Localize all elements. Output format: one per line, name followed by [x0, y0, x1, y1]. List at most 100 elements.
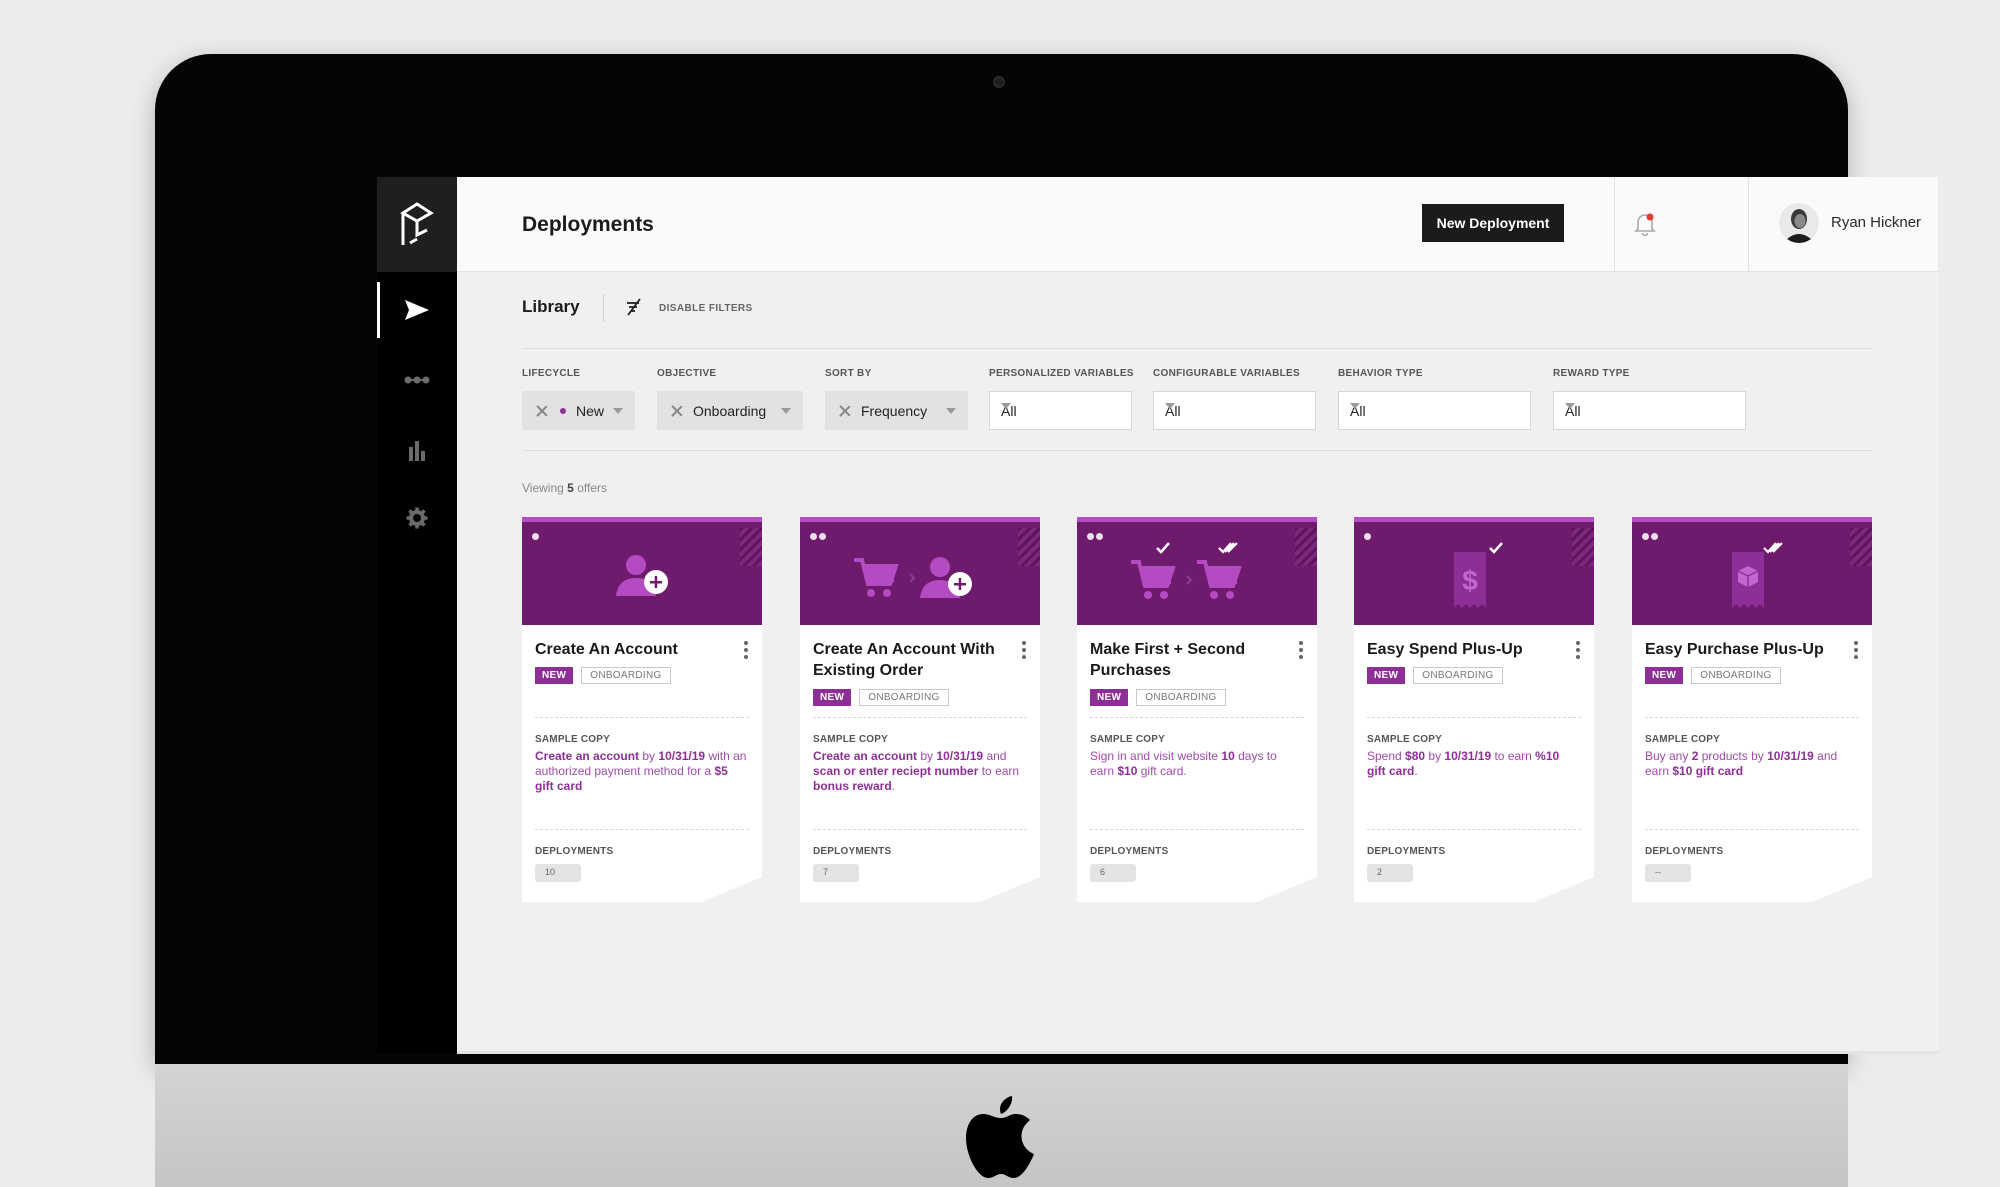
- level-dot-icon: [532, 533, 539, 540]
- sample-copy: Sign in and visit website 10 days to ear…: [1090, 749, 1277, 778]
- personalized-variables-select[interactable]: All: [989, 391, 1132, 430]
- level-dot-icon: [1364, 533, 1371, 540]
- separator: [522, 348, 1873, 349]
- filter-lifecycle: LIFECYCLE New: [522, 368, 635, 430]
- offer-card[interactable]: Create An Account With Existing Order NE…: [800, 517, 1040, 902]
- sample-copy: Create an account by 10/31/19 and scan o…: [813, 749, 1020, 793]
- card-hero: [800, 522, 1040, 625]
- more-options-icon[interactable]: [1576, 641, 1580, 659]
- bar-chart-icon: [409, 441, 425, 461]
- cart-to-add-user-icon: [854, 557, 972, 598]
- add-user-icon: [616, 555, 668, 596]
- objective-chip[interactable]: Onboarding: [657, 391, 803, 430]
- reward-type-select[interactable]: All: [1553, 391, 1746, 430]
- divider: [603, 294, 604, 322]
- bell-icon: [1634, 213, 1656, 237]
- filter-behavior-type: BEHAVIOR TYPE All: [1338, 368, 1531, 430]
- filter-label: LIFECYCLE: [522, 368, 581, 379]
- card-hero: [522, 522, 762, 625]
- category-badge: ONBOARDING: [859, 689, 949, 706]
- card-title: Easy Spend Plus-Up: [1367, 641, 1523, 658]
- behavior-type-select[interactable]: All: [1338, 391, 1531, 430]
- results-count: Viewing 5 offers: [522, 481, 607, 495]
- send-icon: [405, 300, 429, 320]
- more-options-icon[interactable]: [744, 641, 748, 659]
- chevron-down-icon: [781, 408, 791, 414]
- filter-label: BEHAVIOR TYPE: [1338, 368, 1423, 379]
- deployments-count: --: [1645, 864, 1691, 882]
- nav-journeys[interactable]: [377, 352, 457, 408]
- sample-copy: Create an account by 10/31/19 with an au…: [535, 749, 747, 793]
- remove-filter-icon[interactable]: [671, 405, 683, 417]
- card-title: Create An Account With Existing Order: [813, 641, 995, 679]
- filter-label: PERSONALIZED VARIABLES: [989, 368, 1134, 379]
- chevron-down-icon: [613, 408, 623, 414]
- svg-text:$: $: [1462, 565, 1478, 596]
- offer-card[interactable]: Create An Account NEW ONBOARDING SAMPLE …: [522, 517, 762, 902]
- notifications-button[interactable]: [1634, 212, 1656, 241]
- sample-copy: Buy any 2 products by 10/31/19 and earn …: [1645, 749, 1838, 778]
- sidebar: [377, 177, 457, 1054]
- deployments-count: 2: [1367, 864, 1413, 882]
- card-hero: [1077, 522, 1317, 625]
- receipt-box-double-check-icon: [1732, 542, 1783, 608]
- nav-deployments[interactable]: [377, 282, 457, 338]
- level-dots-icon: [1087, 533, 1103, 540]
- cart-check-double-check-icon: [1131, 542, 1242, 599]
- nav-settings[interactable]: [377, 490, 457, 546]
- filter-label: SORT BY: [825, 368, 872, 379]
- filter-off-icon: [627, 298, 641, 316]
- new-deployment-button[interactable]: New Deployment: [1422, 204, 1564, 242]
- avatar[interactable]: [1779, 203, 1819, 243]
- filter-reward-type: REWARD TYPE All: [1553, 368, 1746, 430]
- gear-icon: [406, 507, 428, 529]
- brand-logo-icon: [400, 201, 434, 245]
- chevron-down-icon: [1165, 403, 1175, 409]
- lifecycle-chip[interactable]: New: [522, 391, 635, 430]
- deployments-count: 6: [1090, 864, 1136, 882]
- card-title: Easy Purchase Plus-Up: [1645, 641, 1824, 658]
- library-tab[interactable]: Library: [522, 297, 580, 317]
- status-badge: NEW: [535, 667, 574, 684]
- filter-sort-by: SORT BY Frequency: [825, 368, 968, 430]
- filter-label: REWARD TYPE: [1553, 368, 1630, 379]
- monitor-bezel: Deployments New Deployment Ryan Hickner …: [155, 54, 1938, 1064]
- offer-card[interactable]: Make First + Second Purchases NEW ONBOAR…: [1077, 517, 1317, 902]
- app-logo[interactable]: [377, 177, 457, 272]
- more-options-icon[interactable]: [1022, 641, 1026, 659]
- status-badge: NEW: [813, 689, 852, 706]
- horizontal-scrollbar[interactable]: [457, 1051, 1938, 1054]
- category-badge: ONBOARDING: [1691, 667, 1781, 684]
- chevron-down-icon: [1565, 403, 1575, 409]
- camera: [993, 76, 1005, 88]
- offer-card[interactable]: Easy Purchase Plus-Up NEW ONBOARDING SAM…: [1632, 517, 1872, 902]
- disable-filters-link[interactable]: DISABLE FILTERS: [659, 303, 753, 314]
- card-title: Make First + Second Purchases: [1090, 641, 1246, 679]
- top-bar: Deployments New Deployment Ryan Hickner: [457, 177, 1938, 272]
- remove-filter-icon[interactable]: [839, 405, 851, 417]
- offer-card[interactable]: $ Easy Spend Plus-Up NEW ONBOARDING SAMP…: [1354, 517, 1594, 902]
- card-hero: $: [1354, 522, 1594, 625]
- filter-label: CONFIGURABLE VARIABLES: [1153, 368, 1300, 379]
- status-badge: NEW: [1090, 689, 1129, 706]
- more-options-icon[interactable]: [1299, 641, 1303, 659]
- category-badge: ONBOARDING: [1413, 667, 1503, 684]
- more-options-icon[interactable]: [1854, 641, 1858, 659]
- nav-analytics[interactable]: [377, 422, 457, 478]
- divider: [1748, 177, 1749, 272]
- disable-filters-button[interactable]: [624, 297, 644, 322]
- remove-filter-icon[interactable]: [536, 405, 548, 417]
- level-dots-icon: [1642, 533, 1658, 540]
- journey-icon: [404, 376, 430, 384]
- deployments-count: 10: [535, 864, 581, 882]
- user-name[interactable]: Ryan Hickner: [1831, 214, 1921, 231]
- sort-by-chip[interactable]: Frequency: [825, 391, 968, 430]
- category-badge: ONBOARDING: [1136, 689, 1226, 706]
- filter-personalized-variables: PERSONALIZED VARIABLES All: [989, 368, 1134, 430]
- category-badge: ONBOARDING: [581, 667, 671, 684]
- page-title: Deployments: [522, 213, 654, 236]
- app-screen: Deployments New Deployment Ryan Hickner …: [377, 177, 1938, 1054]
- configurable-variables-select[interactable]: All: [1153, 391, 1316, 430]
- deployments-count: 7: [813, 864, 859, 882]
- card-title: Create An Account: [535, 641, 678, 658]
